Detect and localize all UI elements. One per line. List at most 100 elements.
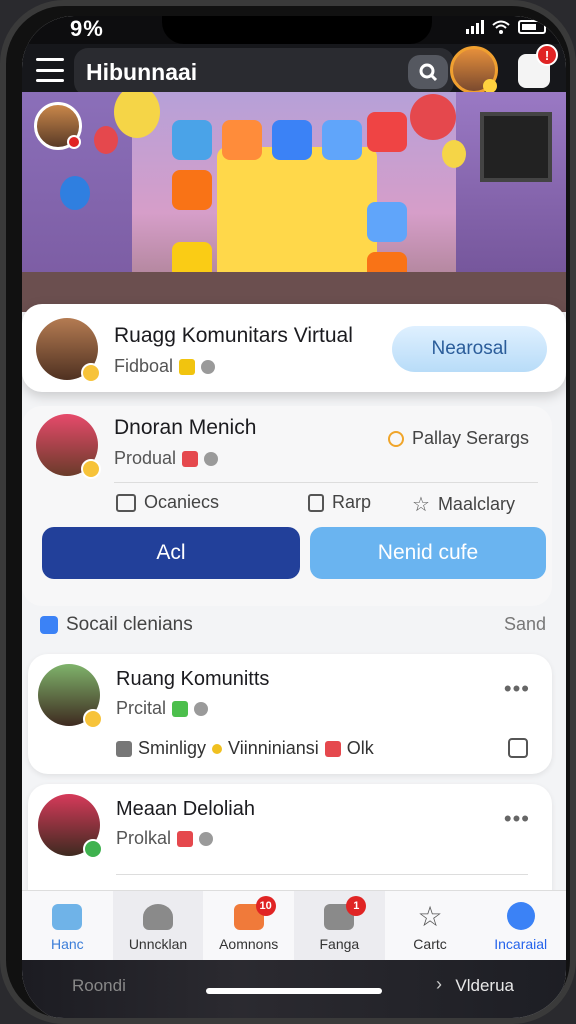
profile-card: Dnoran Menich Produal Pallay Serargs Oca… — [22, 406, 552, 606]
bottom-tab-bar: Hanc Unncklan 10 Aomnons 1 Fanga ☆ Cartc… — [22, 890, 566, 960]
calendar-icon: 10 — [233, 896, 276, 930]
gift-icon — [182, 450, 199, 467]
camera-notch — [162, 16, 432, 44]
status-badge — [83, 709, 103, 729]
card-subtitle-row: Fidboal — [114, 356, 216, 377]
bottom-right-label: Vlderua — [455, 976, 514, 995]
section-more-link[interactable]: Sand — [504, 614, 546, 635]
star-icon: ☆ — [417, 901, 443, 932]
profile-name: Dnoran Menich — [114, 416, 257, 439]
feed-meta: Sminligy — [138, 738, 207, 758]
comment-icon — [116, 493, 136, 512]
home-indicator[interactable] — [206, 988, 382, 994]
leaf-icon — [172, 700, 189, 717]
avatar — [36, 414, 101, 479]
calendar-icon — [116, 740, 132, 757]
user-avatar[interactable] — [450, 46, 498, 94]
group-icon — [40, 616, 58, 634]
dot-icon — [199, 831, 214, 846]
tab-label: Cartc — [413, 936, 447, 952]
join-button[interactable]: Nearosal — [392, 326, 547, 372]
gift-icon — [324, 740, 341, 757]
bottom-left-label: Roondi — [72, 976, 126, 995]
hamburger-menu-icon[interactable] — [36, 58, 64, 82]
video-tile — [172, 170, 212, 210]
video-tile — [272, 120, 312, 160]
tab-gifts[interactable]: 1 Fanga — [294, 891, 385, 960]
section-title: Socail clenians — [66, 614, 193, 635]
gift-icon — [179, 358, 196, 375]
search-button[interactable] — [408, 55, 448, 89]
gift-icon — [177, 830, 194, 847]
status-time: 9% — [70, 16, 104, 41]
primary-button[interactable]: Acl — [42, 527, 300, 579]
tv-screen-image — [480, 112, 552, 182]
tab-events[interactable]: 10 Aomnons — [203, 891, 294, 960]
bookmark-icon[interactable] — [508, 738, 528, 758]
video-tile — [222, 120, 262, 160]
video-tile — [322, 120, 362, 160]
option-radio[interactable]: Pallay Serargs — [388, 428, 529, 449]
notification-badge-icon: ! — [536, 44, 558, 66]
tab-label: Unncklan — [128, 936, 188, 952]
video-tile — [367, 202, 407, 242]
video-tile — [172, 120, 212, 160]
action-favorite[interactable]: ☆ Maalclary — [412, 492, 515, 517]
profile-subtitle-row: Produal — [114, 448, 219, 469]
action-label: Ocaniecs — [144, 492, 220, 512]
title-search-bar[interactable]: Hibunnaai — [74, 48, 454, 96]
tab-home[interactable]: Hanc — [22, 891, 113, 960]
status-icons — [466, 20, 546, 34]
tab-label: Hanc — [50, 936, 84, 952]
tab-label: Aomnons — [219, 936, 279, 952]
battery-icon — [518, 20, 546, 34]
host-avatar[interactable] — [34, 102, 82, 150]
tab-badge: 1 — [346, 896, 367, 916]
chevron-right-icon: › — [436, 974, 442, 994]
tab-badge: 10 — [255, 896, 276, 916]
search-icon — [419, 63, 438, 82]
action-share[interactable]: Rarp — [308, 492, 371, 513]
balloon-image — [442, 140, 466, 168]
section-header: Socail clenians Sand — [40, 614, 546, 638]
avatar — [36, 318, 101, 383]
dot-icon — [204, 451, 219, 466]
hero-image-community-room[interactable] — [22, 92, 566, 312]
phone-frame: 9% Hibunnaai ! Ruagg Komunitars Virtual … — [0, 0, 576, 1024]
feed-item[interactable]: Ruang Komunitts Prcital ••• Sminligy Vii… — [28, 654, 552, 774]
more-options-icon[interactable]: ••• — [504, 806, 530, 832]
feed-title: Meaan Deloliah — [116, 798, 255, 820]
feed-subtitle: Prolkal — [116, 828, 172, 848]
card-subtitle: Fidboal — [114, 356, 174, 376]
balloon-image — [410, 94, 456, 140]
profile-subtitle: Produal — [114, 448, 177, 468]
app-title: Hibunnaai — [86, 59, 198, 85]
balloon-image — [114, 92, 160, 138]
tab-favorites[interactable]: ☆ Cartc — [385, 891, 476, 960]
featured-community-card[interactable]: Ruagg Komunitars Virtual Fidboal Nearosa… — [22, 304, 566, 392]
radio-icon — [388, 430, 404, 447]
music-tile — [367, 112, 407, 152]
star-icon: ☆ — [412, 494, 430, 516]
dot-icon — [201, 359, 216, 374]
option-label: Pallay Serargs — [412, 428, 530, 448]
action-label: Rarp — [332, 492, 372, 512]
screen: 9% Hibunnaai ! Ruagg Komunitars Virtual … — [22, 16, 566, 1018]
feed-subtitle: Prcital — [116, 698, 167, 718]
balloon-image — [60, 176, 90, 210]
live-dot-icon — [67, 135, 81, 149]
status-badge — [83, 839, 103, 859]
dot-icon — [212, 743, 223, 754]
home-icon — [52, 904, 83, 930]
tab-users[interactable]: Unncklan — [112, 891, 204, 960]
tab-explore[interactable]: Incaraial — [475, 891, 566, 960]
notification-button[interactable]: ! — [518, 44, 558, 88]
tab-label: Fanga — [319, 936, 360, 952]
share-icon — [308, 493, 324, 512]
status-badge — [81, 363, 101, 383]
action-comments[interactable]: Ocaniecs — [116, 492, 219, 513]
secondary-button[interactable]: Nenid cufe — [310, 527, 546, 579]
status-badge — [81, 459, 101, 479]
card-title: Ruagg Komunitars Virtual — [114, 324, 353, 347]
more-options-icon[interactable]: ••• — [504, 676, 530, 702]
